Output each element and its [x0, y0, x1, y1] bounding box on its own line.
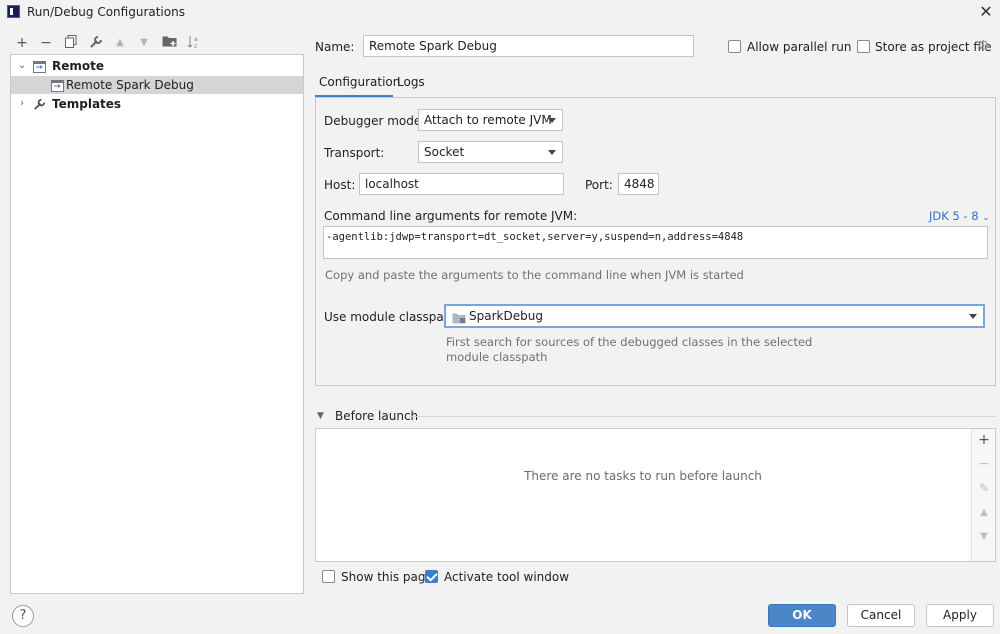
show-page-label: Show this page [341, 570, 433, 584]
allow-parallel-checkbox[interactable] [728, 40, 741, 53]
remove-task-icon[interactable]: − [976, 456, 992, 472]
host-input[interactable]: localhost [359, 173, 564, 195]
port-input[interactable]: 4848 [618, 173, 659, 195]
copy-icon[interactable] [62, 35, 80, 51]
show-page-checkbox[interactable] [322, 570, 335, 583]
close-icon[interactable]: ✕ [976, 2, 996, 22]
tree-label-remote-spark-debug: Remote Spark Debug [66, 78, 194, 92]
transport-label: Transport: [324, 146, 385, 160]
command-line-args-field[interactable]: -agentlib:jdwp=transport=dt_socket,serve… [323, 226, 988, 259]
folder-icon[interactable] [160, 35, 178, 51]
collapse-chevron-icon[interactable]: ▼ [317, 411, 324, 421]
cancel-button[interactable]: Cancel [847, 604, 915, 627]
wrench-icon [33, 98, 46, 110]
host-label: Host: [324, 178, 356, 192]
tree-label-templates: Templates [52, 97, 122, 111]
add-task-icon[interactable]: + [976, 432, 992, 448]
move-task-up-icon[interactable]: ▲ [976, 505, 992, 521]
activate-tool-window-label: Activate tool window [444, 570, 570, 584]
transport-select[interactable]: Socket [418, 141, 563, 163]
remove-icon[interactable]: − [37, 35, 55, 51]
debugger-mode-value: Attach to remote JVM [424, 113, 552, 127]
before-launch-header: Before launch [335, 409, 419, 423]
jdk-version-link[interactable]: JDK 5 - 8 ⌄ [929, 209, 990, 223]
module-hint-line-1: First search for sources of the debugged… [446, 335, 813, 349]
chevron-down-icon: ⌄ [982, 213, 990, 223]
before-launch-toolbar: + − ✎ ▲ ▼ [971, 429, 995, 561]
remote-config-icon [51, 79, 64, 92]
tree-item-templates[interactable]: › Templates [11, 95, 303, 113]
before-launch-empty-text: There are no tasks to run before launch [524, 469, 762, 483]
command-line-hint: Copy and paste the arguments to the comm… [325, 268, 744, 282]
allow-parallel-label: Allow parallel run [747, 40, 852, 54]
name-input[interactable]: Remote Spark Debug [363, 35, 694, 57]
remote-icon [33, 60, 46, 73]
gear-icon[interactable]: ⚙ [977, 39, 991, 53]
name-label: Name: [315, 40, 355, 54]
dropdown-arrow-icon [548, 150, 556, 155]
window-title: Run/Debug Configurations [27, 5, 185, 19]
module-classpath-value: SparkDebug [469, 309, 543, 323]
wrench-icon[interactable] [87, 35, 105, 51]
help-button[interactable]: ? [12, 605, 34, 627]
svg-text:a: a [194, 36, 198, 43]
tree-label-remote: Remote [52, 59, 105, 73]
module-hint-line-2: module classpath [446, 350, 548, 364]
edit-task-icon[interactable]: ✎ [976, 480, 992, 496]
tree-item-remote[interactable]: ⌄ Remote [11, 57, 303, 75]
svg-text:z: z [194, 43, 197, 49]
intellij-app-icon [7, 5, 20, 18]
move-down-icon[interactable]: ▼ [135, 35, 153, 51]
divider [409, 416, 996, 417]
tree-item-remote-spark-debug[interactable]: Remote Spark Debug [11, 76, 303, 94]
chevron-right-icon[interactable]: › [17, 95, 27, 113]
dropdown-arrow-icon [969, 314, 977, 319]
store-project-checkbox[interactable] [857, 40, 870, 53]
move-task-down-icon[interactable]: ▼ [976, 529, 992, 545]
module-classpath-label: Use module classpath: [324, 310, 461, 324]
store-project-label: Store as project file [875, 40, 992, 54]
command-line-label: Command line arguments for remote JVM: [324, 209, 578, 223]
port-label: Port: [585, 178, 613, 192]
tab-logs[interactable]: Logs [397, 74, 425, 98]
before-launch-list[interactable] [315, 428, 996, 562]
module-folder-icon [452, 310, 466, 330]
chevron-down-icon[interactable]: ⌄ [17, 57, 27, 75]
debugger-mode-select[interactable]: Attach to remote JVM [418, 109, 563, 131]
module-classpath-select[interactable]: SparkDebug [444, 304, 985, 328]
jdk-version-text: JDK 5 - 8 [929, 209, 979, 223]
ok-button[interactable]: OK [768, 604, 836, 627]
sort-icon[interactable]: az [185, 35, 203, 51]
transport-value: Socket [424, 145, 465, 159]
move-up-icon[interactable]: ▲ [111, 35, 129, 51]
configurations-tree[interactable]: ⌄ Remote Remote Spark Debug › Templates [10, 54, 304, 594]
debugger-mode-label: Debugger mode: [324, 114, 426, 128]
dropdown-arrow-icon [548, 118, 556, 123]
add-icon[interactable]: + [13, 35, 31, 51]
activate-tool-window-checkbox[interactable] [425, 570, 438, 583]
apply-button[interactable]: Apply [926, 604, 994, 627]
